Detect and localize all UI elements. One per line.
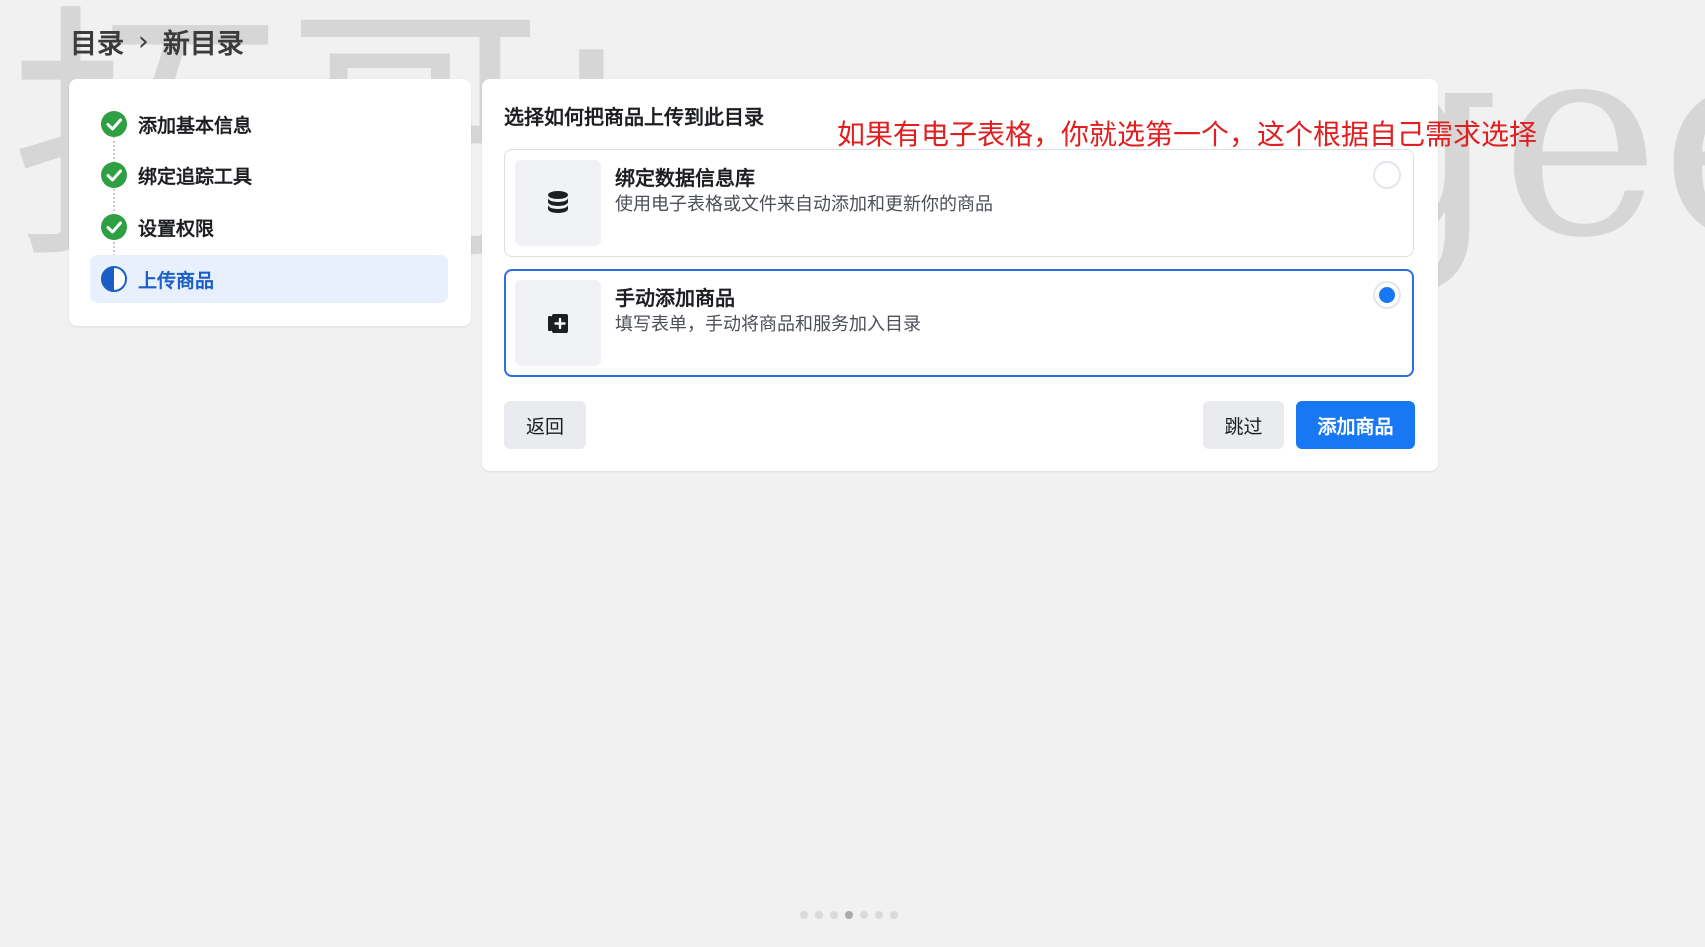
check-circle-icon — [101, 111, 127, 137]
option-title: 绑定数据信息库 — [615, 166, 755, 190]
check-circle-icon — [101, 214, 127, 240]
step-label: 上传商品 — [138, 269, 215, 292]
pager-dot[interactable] — [815, 911, 823, 919]
breadcrumb: 目录 › 新目录 — [70, 22, 244, 61]
option-icon-box — [515, 280, 601, 366]
pager-dot[interactable] — [830, 911, 838, 919]
radio-connect-data-source[interactable] — [1373, 161, 1401, 189]
radio-selected-dot — [1379, 287, 1395, 303]
skip-button[interactable]: 跳过 — [1203, 401, 1284, 449]
database-icon — [548, 191, 568, 213]
option-manual-add[interactable]: 手动添加商品 填写表单，手动将商品和服务加入目录 — [504, 269, 1414, 377]
option-description: 使用电子表格或文件来自动添加和更新你的商品 — [615, 194, 993, 215]
breadcrumb-current: 新目录 — [162, 29, 244, 60]
add-products-button[interactable]: 添加商品 — [1296, 401, 1415, 449]
option-connect-data-source[interactable]: 绑定数据信息库 使用电子表格或文件来自动添加和更新你的商品 — [504, 149, 1414, 257]
breadcrumb-root[interactable]: 目录 — [70, 22, 124, 61]
steps-panel: 添加基本信息 绑定追踪工具 设置权限 上传商品 — [69, 79, 471, 326]
pager-dot[interactable] — [860, 911, 868, 919]
step-upload-products[interactable]: 上传商品 — [90, 255, 448, 303]
radio-manual-add[interactable] — [1373, 281, 1401, 309]
step-tracking-tools[interactable]: 绑定追踪工具 — [90, 151, 448, 199]
pager-dot[interactable] — [875, 911, 883, 919]
half-circle-progress-icon — [101, 266, 127, 292]
page-title: 选择如何把商品上传到此目录 — [504, 105, 764, 129]
pager-dot[interactable] — [800, 911, 808, 919]
add-product-icon — [548, 314, 568, 333]
option-title: 手动添加商品 — [615, 286, 735, 310]
pager-dot[interactable] — [890, 911, 898, 919]
step-permissions[interactable]: 设置权限 — [90, 203, 448, 251]
annotation-text: 如果有电子表格，你就选第一个，这个根据自己需求选择 — [837, 118, 1538, 151]
option-icon-box — [515, 160, 601, 246]
check-circle-icon — [101, 162, 127, 188]
option-description: 填写表单，手动将商品和服务加入目录 — [615, 314, 921, 335]
step-basic-info[interactable]: 添加基本信息 — [90, 100, 448, 148]
step-label: 添加基本信息 — [138, 114, 253, 137]
pager-dots — [800, 911, 898, 919]
step-label: 绑定追踪工具 — [138, 165, 253, 188]
pager-dot-active[interactable] — [845, 911, 853, 919]
step-label: 设置权限 — [138, 217, 215, 240]
back-button[interactable]: 返回 — [504, 401, 586, 449]
chevron-right-icon: › — [138, 26, 149, 57]
